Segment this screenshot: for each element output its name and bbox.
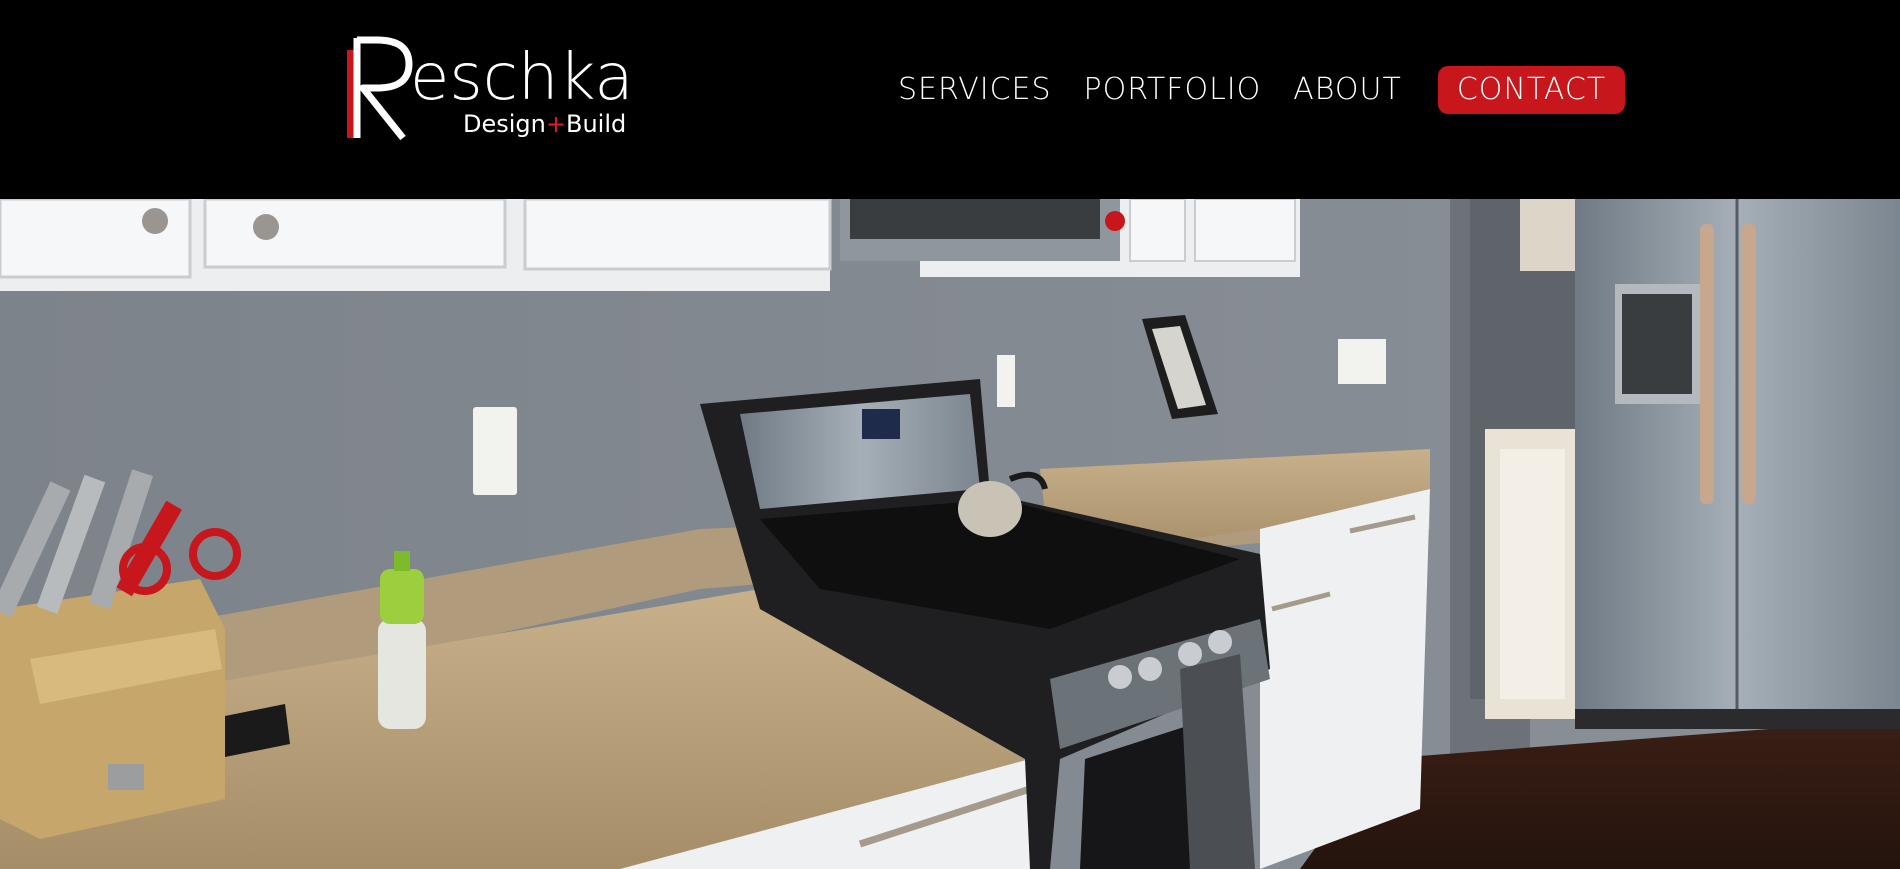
brand-tagline: Design+Build xyxy=(463,112,626,136)
hero-kitchen-image xyxy=(0,199,1900,869)
tagline-build: Build xyxy=(565,110,627,138)
tagline-plus: + xyxy=(545,110,566,138)
brand-name: eschka xyxy=(410,41,634,115)
kitchen-illustration xyxy=(0,199,1900,869)
contact-button[interactable]: CONTACT xyxy=(1437,66,1626,114)
main-nav: SERVICES PORTFOLIO ABOUT CONTACT xyxy=(898,66,1626,114)
kettle xyxy=(958,481,1022,537)
brand-logo[interactable]: eschka Design+Build xyxy=(347,36,634,142)
soap-bottle xyxy=(378,619,426,729)
tagline-design: Design xyxy=(463,110,546,138)
nav-about-link[interactable]: ABOUT xyxy=(1293,68,1402,112)
nav-services-link[interactable]: SERVICES xyxy=(898,68,1052,112)
refrigerator xyxy=(1575,199,1900,729)
site-header: eschka Design+Build SERVICES PORTFOLIO A… xyxy=(0,0,1900,199)
lower-cabinets xyxy=(1260,489,1430,869)
outlet xyxy=(473,407,517,495)
nav-portfolio-link[interactable]: PORTFOLIO xyxy=(1084,68,1262,112)
